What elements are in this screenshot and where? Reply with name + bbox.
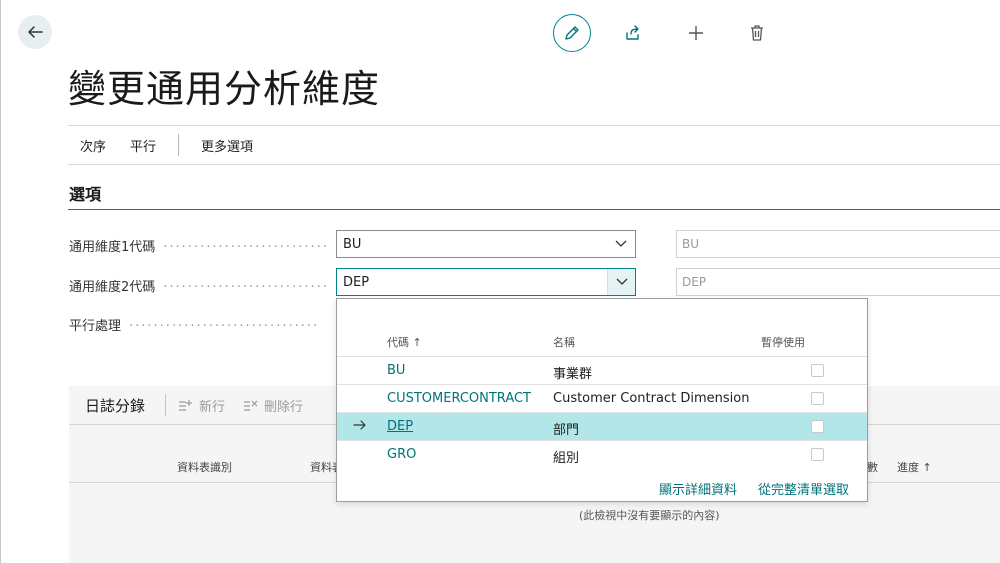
- parallel-label: 平行處理 ·······························: [69, 319, 320, 334]
- page: 變更通用分析維度 次序 平行 更多選項 選項 通用維度1代碼 ··········…: [0, 0, 1000, 563]
- action-bar: 次序 平行 更多選項: [68, 126, 1000, 164]
- dd-row-name: 組別: [553, 451, 580, 466]
- dim2-value: DEP: [343, 274, 370, 290]
- action-separator: [178, 134, 180, 156]
- dd-row-code[interactable]: BU: [387, 363, 405, 378]
- show-details-link[interactable]: 顯示詳細資料: [659, 479, 737, 498]
- options-section-title[interactable]: 選項: [69, 181, 101, 205]
- section-underline: [68, 209, 1000, 210]
- delete-line-button[interactable]: 刪除行: [243, 396, 303, 415]
- col-progress[interactable]: 進度 ↑: [897, 459, 932, 475]
- dd-row-blocked-checkbox[interactable]: [811, 420, 824, 433]
- dim1-select[interactable]: BU: [336, 230, 636, 258]
- dim2-label: 通用維度2代碼 ···························: [69, 280, 329, 295]
- add-icon: [689, 26, 703, 40]
- dd-row-name: 事業群: [553, 367, 593, 382]
- dd-row[interactable]: CUSTOMERCONTRACT Customer Contract Dimen…: [337, 384, 867, 412]
- share-icon: [626, 25, 639, 40]
- delete-icon: [751, 25, 763, 41]
- arrow-right-icon: [353, 417, 367, 436]
- dd-row-blocked-checkbox[interactable]: [811, 392, 824, 405]
- share-button[interactable]: [614, 14, 652, 52]
- empty-message: (此檢視中沒有要顯示的內容): [579, 509, 720, 522]
- dim1-label: 通用維度1代碼 ···························: [69, 240, 329, 255]
- edit-button[interactable]: [553, 14, 591, 52]
- dd-row-name: Customer Contract Dimension: [553, 391, 750, 406]
- new-line-button[interactable]: 新行: [178, 396, 225, 415]
- delete-line-icon: [244, 400, 258, 411]
- dd-row[interactable]: GRO 組別: [337, 440, 867, 468]
- dd-header-blocked[interactable]: 暫停使用: [761, 334, 805, 350]
- more-options-action[interactable]: 更多選項: [189, 136, 265, 155]
- dd-row-code[interactable]: CUSTOMERCONTRACT: [387, 391, 531, 406]
- parallel-action[interactable]: 平行: [118, 136, 168, 155]
- new-line-icon: [179, 400, 193, 411]
- page-title: 變更通用分析維度: [68, 67, 381, 111]
- select-from-full-list-link[interactable]: 從完整清單選取: [758, 479, 849, 498]
- order-action[interactable]: 次序: [68, 136, 118, 155]
- dd-header-name[interactable]: 名稱: [553, 334, 575, 350]
- journal-separator: [165, 394, 167, 416]
- dim2-readonly: DEP: [676, 268, 1000, 296]
- add-button[interactable]: [677, 14, 715, 52]
- chevron-down-icon[interactable]: [607, 231, 635, 257]
- journal-title[interactable]: 日誌分錄: [85, 395, 145, 416]
- dd-row-blocked-checkbox[interactable]: [811, 364, 824, 377]
- delete-button[interactable]: [738, 14, 776, 52]
- chevron-down-icon[interactable]: [607, 269, 635, 295]
- dd-row-name: 部門: [553, 423, 580, 438]
- dim1-readonly: BU: [676, 230, 1000, 258]
- dd-row[interactable]: BU 事業群: [337, 356, 867, 384]
- dd-row-blocked-checkbox[interactable]: [811, 448, 824, 461]
- col-count[interactable]: 數: [867, 459, 878, 475]
- edit-icon: [565, 26, 579, 40]
- dim2-select[interactable]: DEP: [336, 268, 636, 296]
- dd-row-code[interactable]: DEP: [387, 419, 413, 434]
- back-arrow-icon: [28, 26, 43, 38]
- dd-header-code[interactable]: 代碼 ↑: [387, 334, 422, 350]
- divider: [68, 164, 1000, 165]
- back-button[interactable]: [18, 15, 52, 49]
- dd-row-code[interactable]: GRO: [387, 447, 416, 462]
- dimension-lookup-dropdown: 代碼 ↑ 名稱 暫停使用 BU 事業群 CUSTOMERCONTRACT Cus…: [336, 298, 868, 502]
- dd-row-selected[interactable]: DEP 部門: [337, 412, 867, 440]
- col-table-id[interactable]: 資料表識別: [177, 459, 232, 475]
- dim1-value: BU: [343, 236, 362, 252]
- window-edge: [0, 0, 1, 563]
